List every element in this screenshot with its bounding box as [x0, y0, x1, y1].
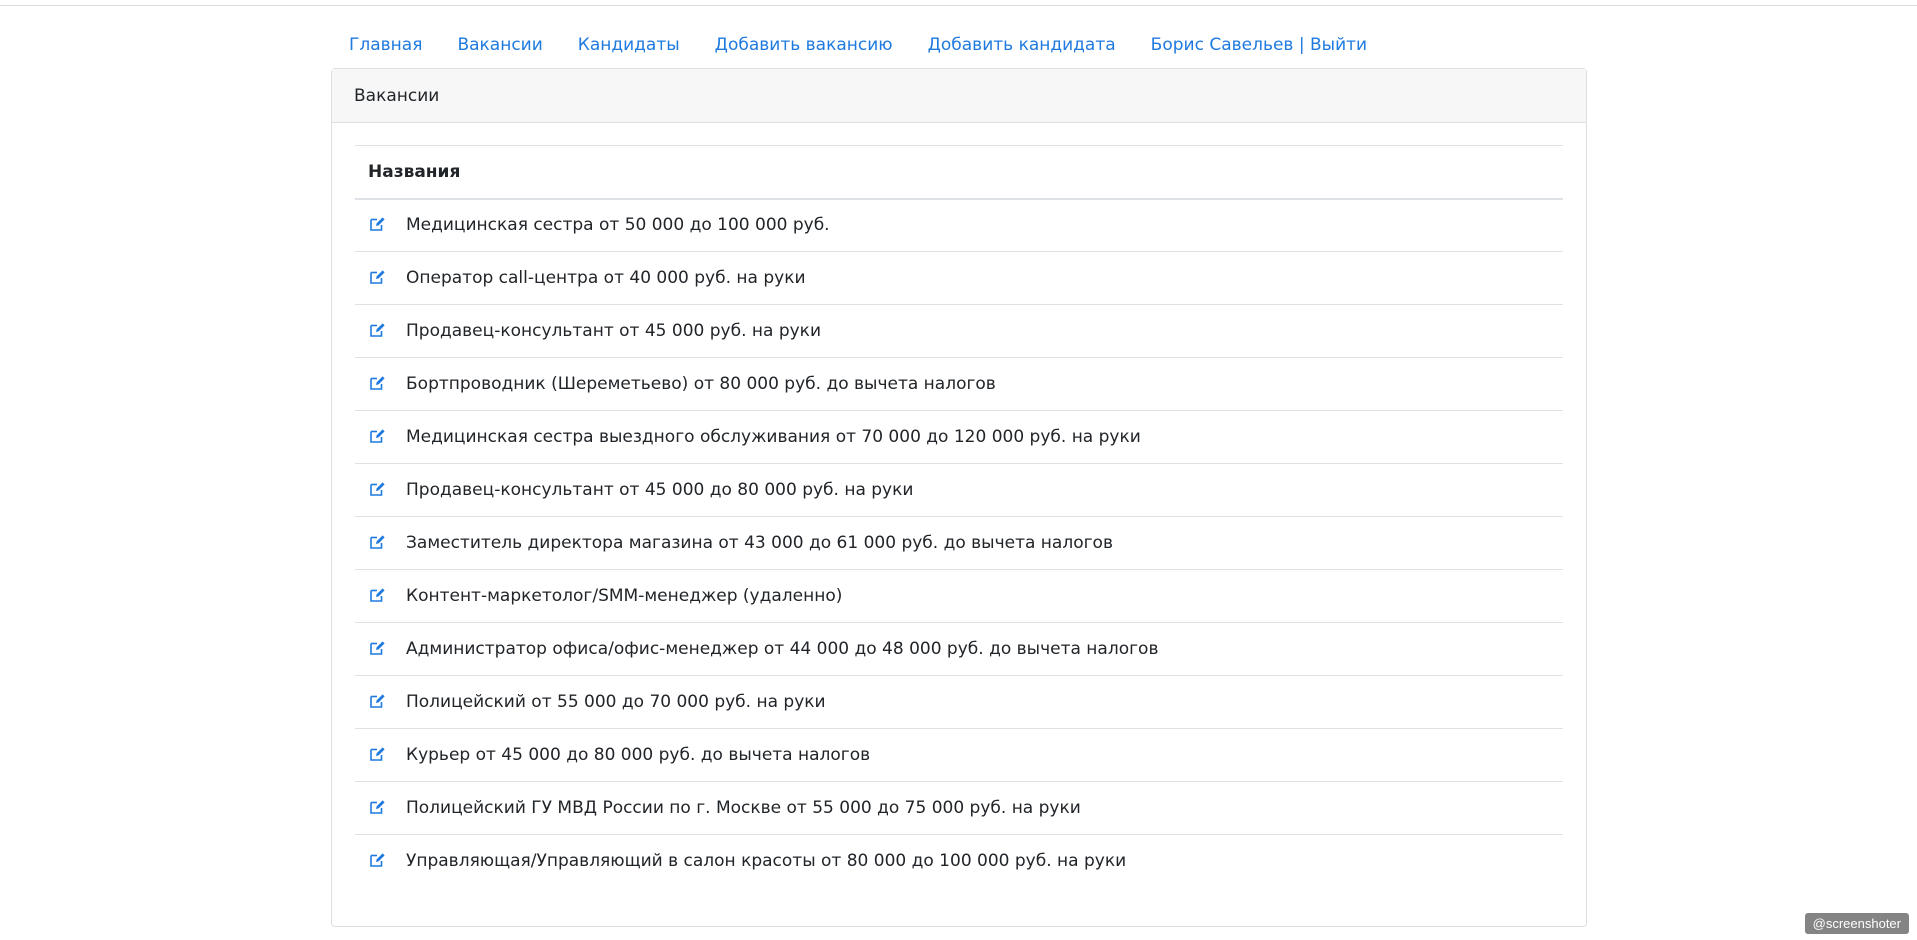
edit-icon[interactable] — [368, 427, 386, 445]
vacancy-cell: Медицинская сестра выездного обслуживани… — [355, 410, 1563, 464]
vacancy-title: Бортпроводник (Шереметьево) от 80 000 ру… — [406, 374, 996, 394]
vacancy-title: Медицинская сестра от 50 000 до 100 000 … — [406, 215, 830, 236]
vacancy-title: Управляющая/Управляющий в салон красоты … — [406, 851, 1127, 872]
screenshoter-watermark: @screenshoter — [1804, 913, 1909, 934]
edit-icon[interactable] — [368, 268, 386, 286]
edit-icon[interactable] — [368, 639, 386, 657]
table-row: Продавец-консультант от 45 000 руб. на р… — [355, 304, 1563, 358]
nav-link-add-candidate[interactable]: Добавить кандидата — [928, 35, 1116, 55]
vacancy-cell: Контент-маркетолог/SMM-менеджер (удаленн… — [355, 569, 1563, 623]
table-row: Медицинская сестра от 50 000 до 100 000 … — [355, 198, 1563, 252]
vacancy-cell: Полицейский ГУ МВД России по г. Москве о… — [355, 781, 1563, 835]
edit-icon[interactable] — [368, 215, 386, 233]
nav-link-add-vacancy[interactable]: Добавить вакансию — [715, 35, 893, 55]
vacancy-title: Курьер от 45 000 до 80 000 руб. до вычет… — [406, 745, 871, 765]
column-header-names: Названия — [355, 145, 1563, 200]
table-row: Продавец-консультант от 45 000 до 80 000… — [355, 463, 1563, 517]
edit-icon[interactable] — [368, 321, 386, 339]
table-header-row: Названия — [355, 145, 1563, 200]
vacancy-title: Продавец-консультант от 45 000 руб. на р… — [406, 321, 821, 341]
card-header-title: Вакансии — [332, 69, 1586, 123]
table-row: Курьер от 45 000 до 80 000 руб. до вычет… — [355, 728, 1563, 782]
vacancy-title: Заместитель директора магазина от 43 000… — [406, 533, 1113, 553]
table-row: Контент-маркетолог/SMM-менеджер (удаленн… — [355, 569, 1563, 623]
top-border — [0, 0, 1917, 6]
vacancy-title: Медицинская сестра выездного обслуживани… — [406, 427, 1141, 447]
vacancy-cell: Продавец-консультант от 45 000 руб. на р… — [355, 304, 1563, 358]
top-navigation: Главная Вакансии Кандидаты Добавить вака… — [331, 26, 1587, 64]
table-row: Полицейский от 55 000 до 70 000 руб. на … — [355, 675, 1563, 729]
edit-icon[interactable] — [368, 480, 386, 498]
edit-icon[interactable] — [368, 374, 386, 392]
card-body: Названия Медицинская сестра от 50 000 до… — [332, 123, 1586, 888]
table-body: Медицинская сестра от 50 000 до 100 000 … — [355, 198, 1563, 888]
edit-icon[interactable] — [368, 851, 386, 869]
vacancy-title: Контент-маркетолог/SMM-менеджер (удаленн… — [406, 586, 843, 606]
vacancy-cell: Бортпроводник (Шереметьево) от 80 000 ру… — [355, 357, 1563, 411]
edit-icon[interactable] — [368, 692, 386, 710]
vacancy-title: Полицейский ГУ МВД России по г. Москве о… — [406, 798, 1081, 818]
vacancies-table: Названия Медицинская сестра от 50 000 до… — [355, 145, 1563, 888]
table-row: Полицейский ГУ МВД России по г. Москве о… — [355, 781, 1563, 835]
edit-icon[interactable] — [368, 745, 386, 763]
vacancy-title: Администратор офиса/офис-менеджер от 44 … — [406, 639, 1159, 659]
edit-icon[interactable] — [368, 586, 386, 604]
table-row: Медицинская сестра выездного обслуживани… — [355, 410, 1563, 464]
vacancy-cell: Курьер от 45 000 до 80 000 руб. до вычет… — [355, 728, 1563, 782]
table-row: Администратор офиса/офис-менеджер от 44 … — [355, 622, 1563, 676]
nav-link-home[interactable]: Главная — [349, 35, 422, 55]
vacancy-cell: Полицейский от 55 000 до 70 000 руб. на … — [355, 675, 1563, 729]
vacancy-cell: Заместитель директора магазина от 43 000… — [355, 516, 1563, 570]
vacancy-cell: Продавец-консультант от 45 000 до 80 000… — [355, 463, 1563, 517]
table-row: Бортпроводник (Шереметьево) от 80 000 ру… — [355, 357, 1563, 411]
vacancy-title: Продавец-консультант от 45 000 до 80 000… — [406, 480, 914, 500]
vacancy-cell: Медицинская сестра от 50 000 до 100 000 … — [355, 198, 1563, 252]
page-container: Главная Вакансии Кандидаты Добавить вака… — [331, 26, 1587, 927]
nav-link-user-logout[interactable]: Борис Савельев | Выйти — [1151, 35, 1367, 55]
nav-link-candidates[interactable]: Кандидаты — [578, 35, 680, 55]
edit-icon[interactable] — [368, 533, 386, 551]
table-row: Оператор call-центра от 40 000 руб. на р… — [355, 251, 1563, 305]
nav-link-vacancies[interactable]: Вакансии — [457, 35, 542, 55]
table-row: Управляющая/Управляющий в салон красоты … — [355, 835, 1563, 888]
vacancy-cell: Управляющая/Управляющий в салон красоты … — [355, 835, 1563, 888]
vacancy-title: Оператор call-центра от 40 000 руб. на р… — [406, 268, 806, 288]
edit-icon[interactable] — [368, 798, 386, 816]
vacancies-card: Вакансии Названия Медицинская сестра от … — [331, 68, 1587, 927]
table-row: Заместитель директора магазина от 43 000… — [355, 516, 1563, 570]
vacancy-cell: Оператор call-центра от 40 000 руб. на р… — [355, 251, 1563, 305]
vacancy-title: Полицейский от 55 000 до 70 000 руб. на … — [406, 692, 826, 712]
vacancy-cell: Администратор офиса/офис-менеджер от 44 … — [355, 622, 1563, 676]
